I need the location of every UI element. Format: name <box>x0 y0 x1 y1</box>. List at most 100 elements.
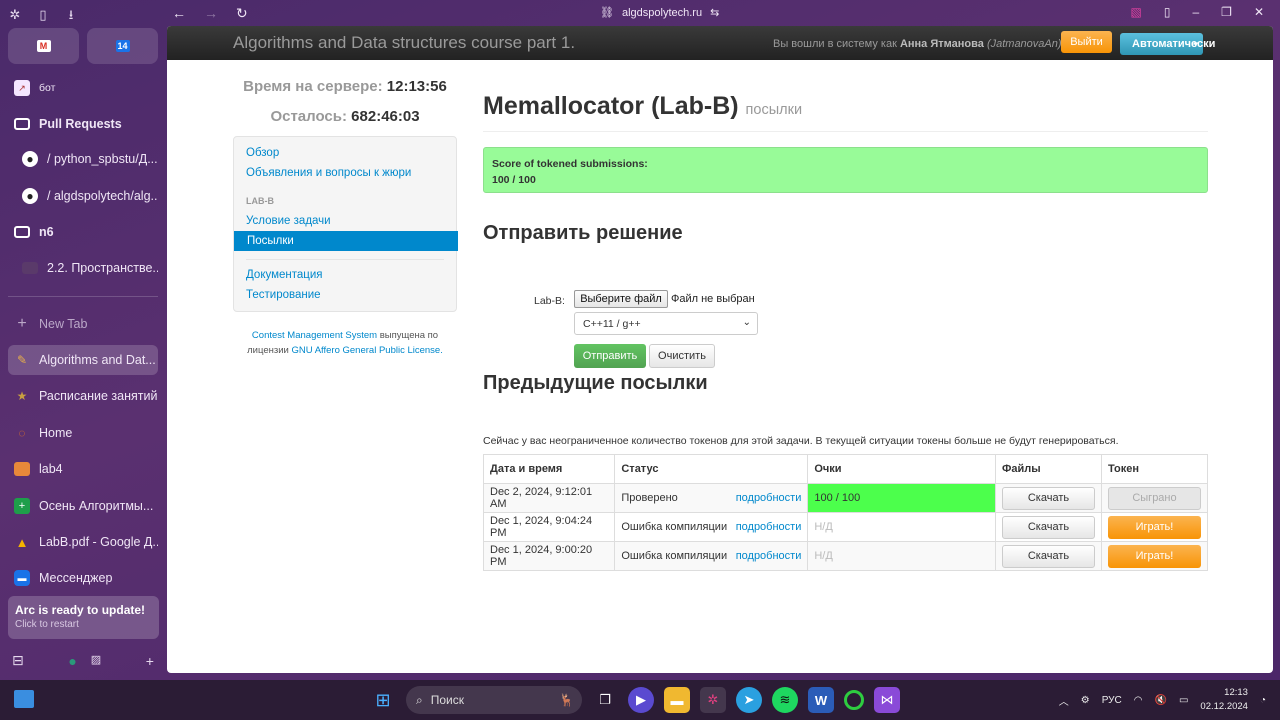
chevron-down-icon: ▾ <box>1193 39 1198 49</box>
clear-button[interactable]: Очистить <box>649 344 715 368</box>
favorite-gmail[interactable]: M <box>8 28 79 64</box>
favorites: M 14 <box>8 28 158 64</box>
space-chart-icon[interactable]: ▨ <box>91 653 101 669</box>
nav-testing[interactable]: Тестирование <box>246 289 321 301</box>
download-button[interactable]: Скачать <box>1001 515 1095 539</box>
table-header-row: Дата и время Статус Очки Файлы Токен <box>482 454 1209 484</box>
cms-link[interactable]: Contest Management System <box>252 330 377 341</box>
col-status: Статус <box>614 454 809 484</box>
play-token-button[interactable]: Играть! <box>1107 544 1201 568</box>
play-token-button[interactable]: Играть! <box>1107 515 1201 539</box>
title-divider <box>483 131 1208 132</box>
update-banner[interactable]: Arc is ready to update! Click to restart <box>8 596 159 639</box>
sidebar-item-autumn-algorithms[interactable]: + Осень Алгоритмы... <box>8 491 158 521</box>
details-link[interactable]: подробности <box>736 550 802 562</box>
sidebar-item-spaces[interactable]: 2.2. Пространстве... <box>8 253 158 283</box>
sidebar-item-label: Algorithms and Dat... <box>39 353 156 367</box>
license-link[interactable]: GNU Affero General Public License. <box>291 345 442 356</box>
sidebar-item-label: / python_spbstu/Д... <box>47 152 158 166</box>
sidebar-item-home[interactable]: ◌ Home <box>8 418 158 448</box>
row-token-cell: Играть! <box>1100 541 1209 571</box>
language-select[interactable]: C++11 / g++ ⌄ <box>574 312 758 335</box>
nav-statement[interactable]: Условие задачи <box>246 215 331 227</box>
loading-app-icon[interactable] <box>844 690 864 710</box>
minimize-icon[interactable]: – <box>1192 5 1199 19</box>
details-link[interactable]: подробности <box>736 521 802 533</box>
back-icon[interactable]: ← <box>172 5 186 22</box>
choose-file-button[interactable]: Выберите файл <box>574 290 668 308</box>
settings-tray-icon[interactable]: ⚙ <box>1081 695 1090 706</box>
favorite-calendar[interactable]: 14 <box>87 28 158 64</box>
task-view-icon[interactable]: ❐ <box>592 687 618 713</box>
word-icon[interactable]: W <box>808 687 834 713</box>
split-view-icon[interactable]: ▯ <box>1164 5 1171 19</box>
site-brand[interactable]: Algorithms and Data structures course pa… <box>233 33 575 53</box>
maximize-icon[interactable]: ❐ <box>1221 5 1232 19</box>
sidebar-item-algorithms[interactable]: ✎ Algorithms and Dat... <box>8 345 158 375</box>
details-link[interactable]: подробности <box>736 492 802 504</box>
nav-documentation[interactable]: Документация <box>246 269 323 281</box>
server-time-label: Время на сервере: <box>243 78 383 95</box>
visual-studio-icon[interactable]: ⋈ <box>874 687 900 713</box>
server-time-value: 12:13:56 <box>386 78 447 95</box>
battery-icon[interactable]: ▭ <box>1179 695 1188 706</box>
site-settings-icon[interactable]: ⇆ <box>710 6 719 19</box>
download-icon[interactable]: ⭳ <box>64 8 78 22</box>
sidebar-folder-n6[interactable]: n6 <box>8 217 158 247</box>
nav-announcements[interactable]: Объявления и вопросы к жюри <box>246 167 411 179</box>
sidebar-item-messenger[interactable]: ▬ Мессенджер <box>8 563 158 593</box>
address-bar[interactable]: ⛓ algdspolytech.ru ⇆ <box>600 6 719 20</box>
wifi-icon[interactable]: ◠ <box>1134 695 1143 706</box>
new-tab-button[interactable]: + New Tab <box>8 309 158 339</box>
chevron-up-icon[interactable]: ︿ <box>1059 693 1069 708</box>
clock[interactable]: 12:13 02.12.2024 <box>1200 686 1248 714</box>
nav-overview[interactable]: Обзор <box>246 147 279 159</box>
sidebar-folder-pull-requests[interactable]: Pull Requests <box>8 109 158 139</box>
start-icon[interactable]: ⊞ <box>370 687 396 713</box>
file-explorer-icon[interactable]: ▬ <box>664 687 690 713</box>
sidebar-item-label: n6 <box>39 225 54 239</box>
logout-button[interactable]: Выйти <box>1061 31 1112 53</box>
nav-section-header: LAB-B <box>246 196 274 206</box>
download-button[interactable]: Скачать <box>1001 544 1095 568</box>
sidebar-item-algdspolytech[interactable]: ● / algdspolytech/alg... <box>8 181 158 211</box>
notifications-icon[interactable]: ◔ <box>1260 695 1266 706</box>
language-dropdown[interactable]: Автоматически ▾ <box>1120 33 1215 55</box>
web-page: Algorithms and Data structures course pa… <box>167 26 1273 673</box>
archive-icon[interactable]: ⊟ <box>12 652 24 669</box>
forward-icon[interactable]: → <box>204 5 218 22</box>
submit-heading: Отправить решение <box>483 222 683 244</box>
update-title: Arc is ready to update! <box>15 603 146 617</box>
login-prefix: Вы вошли в систему как <box>773 38 897 50</box>
space-dot-icon[interactable]: ● <box>68 653 76 669</box>
sidebar-item-labb-pdf[interactable]: ▲ LabB.pdf - Google Д... <box>8 527 158 557</box>
folder-icon <box>14 226 30 238</box>
taskbar-search[interactable]: ⌕ Поиск 🦌 <box>406 686 582 714</box>
widgets-icon[interactable] <box>14 690 34 708</box>
sidebar-item-python-spbstu[interactable]: ● / python_spbstu/Д... <box>8 144 158 174</box>
sidebar-item-schedule[interactable]: ★ Расписание занятий <box>8 381 158 411</box>
close-icon[interactable]: ✕ <box>1254 5 1264 19</box>
sidebar-toggle-icon[interactable]: ▯ <box>36 8 50 22</box>
title-subtitle: посылки <box>745 102 803 118</box>
row-status-cell: Ошибка компиляции подробности <box>614 512 809 542</box>
extension-icon[interactable]: ▧ <box>1131 5 1142 19</box>
submit-button[interactable]: Отправить <box>574 344 646 368</box>
lang-indicator[interactable]: РУС <box>1102 695 1122 706</box>
reload-icon[interactable]: ↻ <box>236 5 248 22</box>
spotify-icon[interactable]: ≋ <box>772 687 798 713</box>
sidebar-item-bot[interactable]: ↗ бот <box>8 77 158 99</box>
score-label: Score of tokened submissions: <box>492 158 648 170</box>
row-status: Проверено <box>621 492 678 504</box>
task-title: Memallocator (Lab-B) <box>483 92 739 120</box>
page-title: Memallocator (Lab-B) посылки <box>483 92 802 121</box>
video-app-icon[interactable]: ▶ <box>628 687 654 713</box>
add-space-icon[interactable]: + <box>146 653 154 669</box>
sidebar-item-lab4[interactable]: lab4 <box>8 454 158 484</box>
nav-submissions[interactable]: Посылки <box>234 231 458 251</box>
download-button[interactable]: Скачать <box>1001 486 1095 510</box>
arc-logo-icon[interactable]: ✲ <box>8 8 22 22</box>
arc-browser-icon[interactable]: ✲ <box>700 687 726 713</box>
mute-icon[interactable]: 🔇 <box>1155 695 1167 706</box>
telegram-icon[interactable]: ➤ <box>736 687 762 713</box>
